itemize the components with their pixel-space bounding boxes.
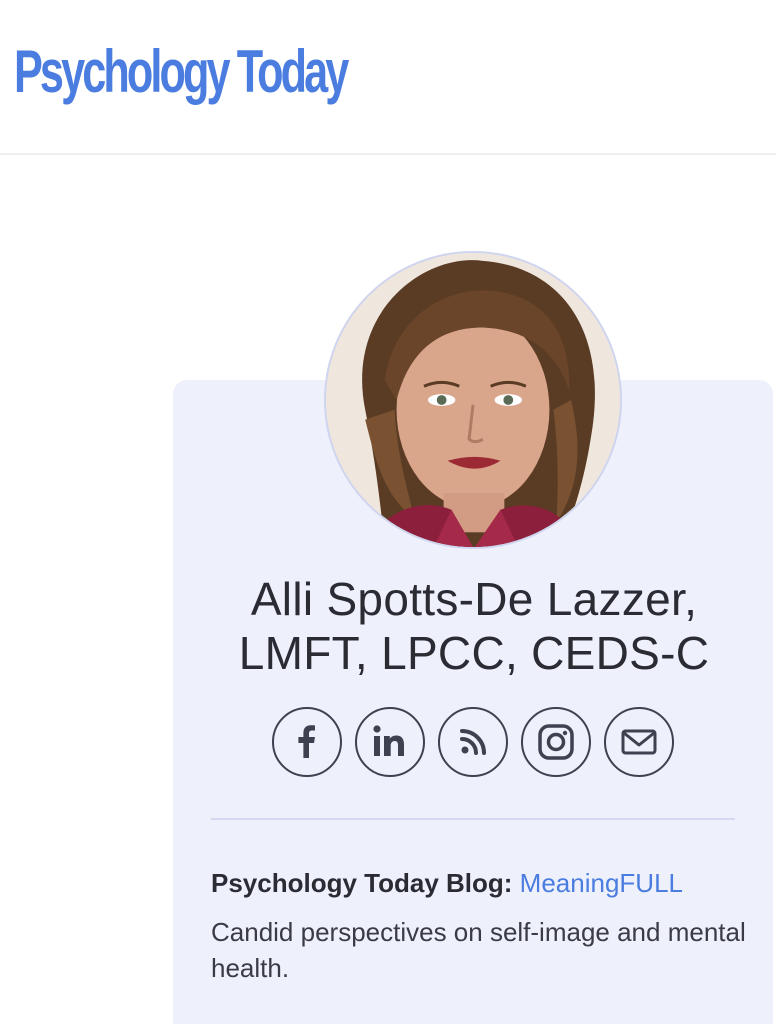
author-avatar (324, 251, 622, 549)
linkedin-button[interactable] (355, 707, 425, 777)
instagram-button[interactable] (521, 707, 591, 777)
instagram-icon (538, 724, 574, 760)
author-name-line1: Alli Spotts-De Lazzer, (250, 573, 698, 625)
linkedin-icon (373, 725, 404, 756)
blog-description: Candid perspectives on self-image and me… (211, 917, 746, 983)
author-name: Alli Spotts-De Lazzer, LMFT, LPCC, CEDS-… (196, 572, 752, 680)
blog-heading: Psychology Today Blog: MeaningFULL (211, 866, 683, 900)
social-links (272, 707, 674, 777)
psychology-today-logo[interactable]: Psychology Today (14, 36, 349, 108)
rss-button[interactable] (438, 707, 508, 777)
rss-icon (460, 729, 486, 755)
author-credentials-line: LMFT, LPCC, CEDS-C (238, 627, 710, 679)
email-button[interactable] (604, 707, 674, 777)
blog-link[interactable]: MeaningFULL (520, 868, 683, 898)
blog-label: Psychology Today Blog: (211, 868, 513, 898)
site-header: Psychology Today (0, 0, 776, 155)
email-icon (621, 729, 657, 755)
facebook-button[interactable] (272, 707, 342, 777)
facebook-icon (298, 725, 315, 758)
author-photo (326, 253, 620, 547)
section-divider (211, 818, 735, 820)
